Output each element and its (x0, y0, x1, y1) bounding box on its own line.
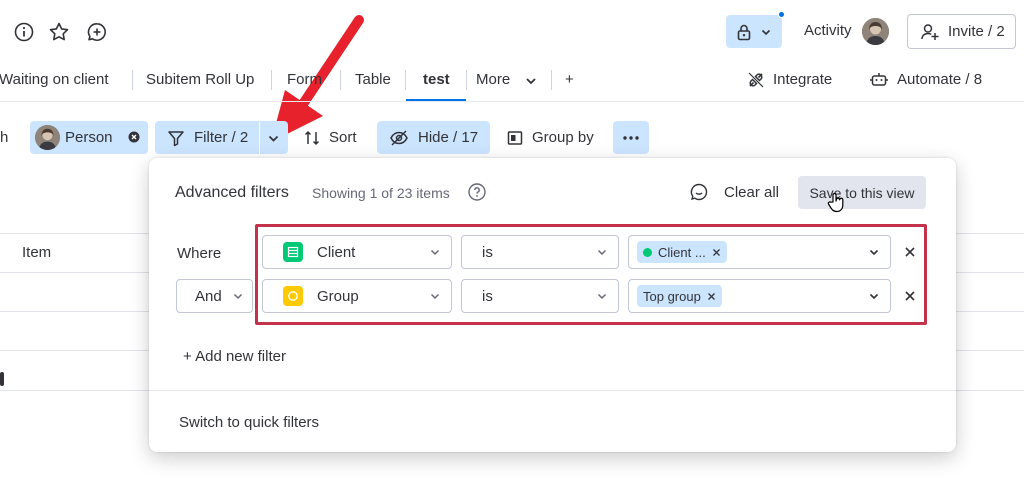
hide-label: Hide / 17 (418, 129, 479, 146)
help-icon[interactable] (467, 182, 487, 202)
chevron-down-icon (524, 74, 538, 88)
integrate-icon (746, 70, 766, 90)
add-view-button[interactable]: + (565, 71, 574, 88)
tab-more-label: More (476, 71, 511, 88)
filter-label: Filter / 2 (194, 129, 249, 146)
tab-more[interactable]: More (476, 71, 510, 88)
clear-filters-icon[interactable] (689, 182, 709, 202)
save-to-view-label: Save to this view (809, 184, 915, 201)
chevron-down-icon (429, 290, 441, 302)
notification-dot (778, 11, 785, 18)
status-dot (643, 247, 652, 257)
operator-value: is (482, 243, 493, 261)
tab-divider (405, 70, 406, 90)
item-column-header: Item (22, 244, 52, 261)
operator-select-1[interactable]: is (461, 235, 619, 269)
operator-select-2[interactable]: is (461, 279, 619, 313)
remove-rule-icon[interactable] (903, 245, 917, 259)
tab-divider (551, 70, 552, 90)
chevron-down-icon[interactable] (267, 132, 280, 145)
person-label: Person (65, 129, 113, 146)
tab-divider (466, 70, 467, 90)
tab-subitem-roll-up[interactable]: Subitem Roll Up (146, 71, 254, 88)
person-filter-chip[interactable]: Person (30, 121, 148, 154)
advanced-filters-title: Advanced filters (175, 184, 289, 201)
sort-label: Sort (329, 129, 357, 146)
tab-table[interactable]: Table (355, 71, 391, 88)
value-select-2[interactable]: Top group (628, 279, 891, 313)
conjunction-select[interactable]: And (176, 279, 253, 313)
group-by-label: Group by (532, 129, 594, 146)
value-pill: Top group (637, 285, 722, 307)
tab-divider (271, 70, 272, 90)
add-new-filter-button[interactable]: + Add new filter (183, 348, 286, 365)
person-avatar (35, 125, 60, 150)
switch-to-quick-filters-link[interactable]: Switch to quick filters (179, 414, 319, 431)
filter-button[interactable]: Filter / 2 (155, 121, 288, 154)
hide-button[interactable]: Hide / 17 (377, 121, 490, 154)
integrate-button[interactable]: Integrate (773, 71, 832, 88)
lock-icon (736, 23, 752, 41)
conjunction-value: And (195, 287, 222, 305)
automate-button[interactable]: Automate / 8 (897, 71, 982, 88)
scroll-handle[interactable] (0, 372, 4, 386)
tab-form[interactable]: Form (287, 71, 322, 88)
eye-off-icon (389, 129, 409, 147)
column-value: Client (317, 243, 356, 261)
group-by-icon (506, 129, 524, 147)
remove-value-icon[interactable] (712, 248, 721, 257)
chevron-down-icon (232, 290, 244, 302)
tab-waiting-on-client[interactable]: Waiting on client (0, 71, 109, 88)
advanced-filters-popover: Advanced filters Showing 1 of 23 items C… (149, 158, 956, 452)
chevron-down-icon (868, 246, 880, 258)
tab-test[interactable]: test (423, 71, 450, 88)
invite-button[interactable]: Invite / 2 (907, 14, 1016, 49)
ellipsis-icon (622, 135, 640, 141)
sort-icon (303, 129, 321, 147)
column-select-2[interactable]: Group (262, 279, 452, 313)
robot-icon (869, 70, 889, 90)
sort-button[interactable]: Sort (303, 121, 357, 154)
filter-split-divider (259, 121, 260, 154)
chevron-down-icon (596, 246, 608, 258)
chevron-down-icon (868, 290, 880, 302)
showing-items-count: Showing 1 of 23 items (312, 185, 450, 201)
value-pill-label: Client ... (658, 244, 706, 260)
add-person-icon (920, 22, 940, 42)
tab-divider (132, 70, 133, 90)
value-select-1[interactable]: Client ... (628, 235, 891, 269)
tabs-border (0, 101, 1024, 102)
info-icon[interactable] (12, 20, 36, 44)
user-avatar[interactable] (862, 18, 889, 45)
share-lock-button[interactable] (726, 11, 785, 48)
star-icon[interactable] (47, 20, 71, 44)
value-pill-label: Top group (643, 288, 701, 304)
search-button-fragment[interactable]: h (0, 129, 8, 146)
more-options-button[interactable] (613, 121, 649, 154)
column-select-1[interactable]: Client (262, 235, 452, 269)
column-value: Group (317, 287, 359, 305)
chevron-down-icon (596, 290, 608, 302)
tab-divider (340, 70, 341, 90)
client-column-icon (283, 242, 303, 262)
remove-person-icon[interactable] (128, 131, 140, 143)
invite-label: Invite / 2 (948, 23, 1005, 40)
group-by-button[interactable]: Group by (506, 121, 594, 154)
popover-divider (149, 390, 956, 391)
save-to-view-button[interactable]: Save to this view (798, 176, 926, 209)
chevron-down-icon (760, 26, 772, 38)
value-pill: Client ... (637, 241, 727, 263)
add-update-icon[interactable] (85, 20, 109, 44)
group-column-icon (283, 286, 303, 306)
remove-value-icon[interactable] (707, 292, 716, 301)
hand-cursor-icon (827, 192, 845, 214)
where-label: Where (177, 245, 222, 262)
clear-all-button[interactable]: Clear all (724, 184, 779, 201)
activity-link[interactable]: Activity (804, 22, 852, 39)
filter-icon (167, 129, 185, 147)
remove-rule-icon[interactable] (903, 289, 917, 303)
operator-value: is (482, 287, 493, 305)
chevron-down-icon (429, 246, 441, 258)
